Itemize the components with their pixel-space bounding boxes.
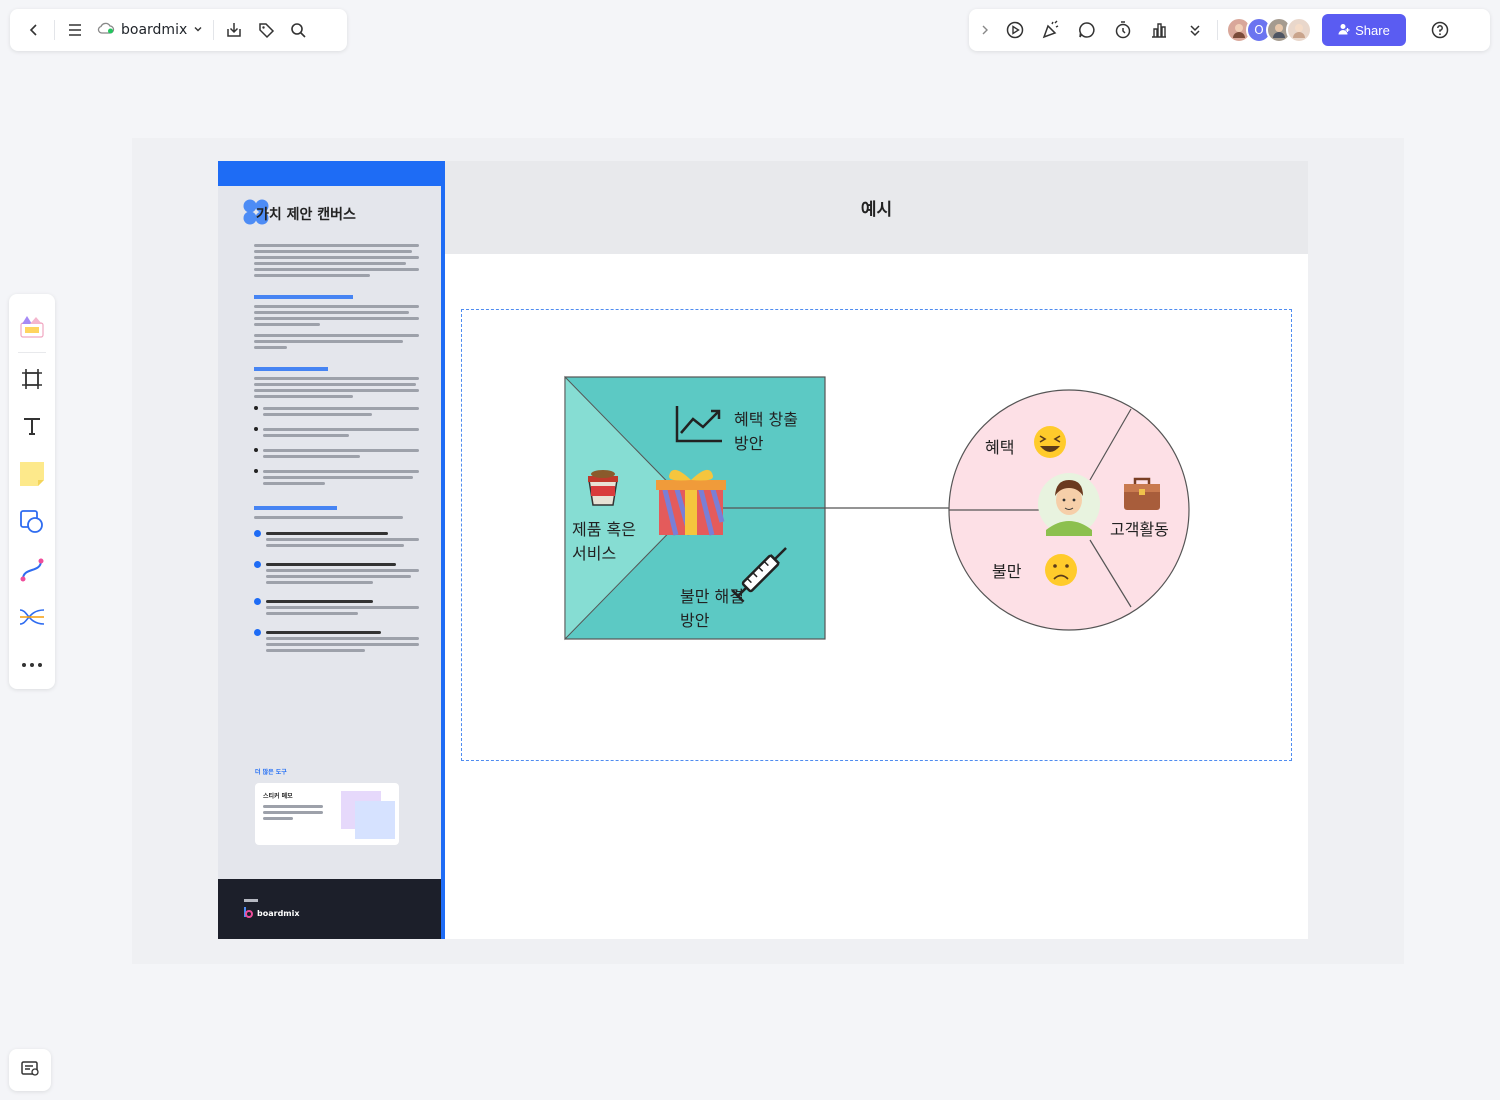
products-services-label[interactable]: 제품 혹은 서비스 [572, 518, 636, 566]
gain-creators-line1: 혜택 창출 [734, 410, 798, 429]
sad-face-icon [1045, 554, 1077, 586]
pain-relievers-line1: 불만 해결 [680, 587, 744, 606]
value-proposition-diagram [564, 375, 1190, 641]
pain-relievers-label[interactable]: 불만 해결 방안 [680, 585, 744, 633]
product-cup-icon [588, 470, 618, 506]
pains-label[interactable]: 불만 [992, 560, 1021, 584]
customer-jobs-label[interactable]: 고객활동 [1110, 518, 1169, 542]
gains-label[interactable]: 혜택 [985, 436, 1014, 460]
gain-creators-label[interactable]: 혜택 창출 방안 [734, 408, 798, 456]
laughing-face-icon [1034, 426, 1066, 458]
gain-creators-line2: 방안 [734, 434, 764, 453]
products-services-line2: 서비스 [572, 544, 617, 563]
pain-relievers-line2: 방안 [680, 611, 710, 630]
products-services-line1: 제품 혹은 [572, 520, 636, 539]
